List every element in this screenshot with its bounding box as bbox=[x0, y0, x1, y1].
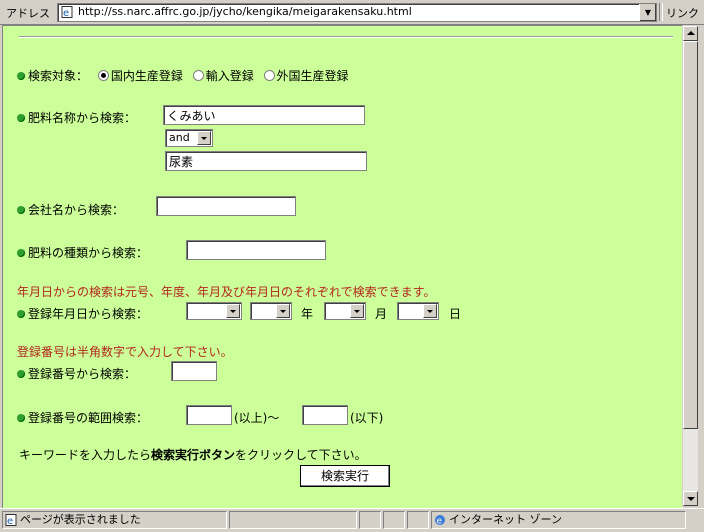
fertilizer-name-row: 肥料名称から検索： bbox=[17, 109, 136, 126]
bullet-icon bbox=[17, 205, 25, 214]
reg-number-input[interactable] bbox=[171, 361, 217, 381]
search-submit-button[interactable]: 検索実行 bbox=[300, 465, 390, 487]
resize-grip-icon[interactable] bbox=[688, 511, 702, 529]
bullet-icon bbox=[17, 113, 25, 122]
range-from-suffix: (以上)～ bbox=[234, 411, 280, 425]
internet-zone-icon: e bbox=[435, 515, 445, 527]
address-url: http://ss.narc.affrc.go.jp/jycho/kengika… bbox=[78, 5, 412, 18]
fertilizer-type-label: 肥料の種類から検索： bbox=[28, 246, 149, 260]
year-select[interactable] bbox=[250, 302, 292, 320]
status-bar: e ページが表示されました e インターネット ゾーン bbox=[0, 508, 704, 532]
fertilizer-type-input[interactable] bbox=[186, 240, 326, 260]
range-label: 登録番号の範囲検索： bbox=[28, 411, 149, 425]
status-message: ページが表示されました bbox=[20, 513, 141, 526]
chevron-down-icon bbox=[226, 304, 240, 318]
month-select[interactable] bbox=[324, 302, 366, 320]
radio-import[interactable] bbox=[192, 70, 204, 81]
page-done-icon: e bbox=[5, 514, 17, 526]
horizontal-rule bbox=[19, 36, 673, 38]
date-row: 登録年月日から検索： bbox=[17, 305, 148, 322]
company-row: 会社名から検索： bbox=[17, 201, 124, 218]
svg-text:e: e bbox=[63, 8, 69, 18]
range-to-suffix: (以下) bbox=[350, 411, 384, 425]
bullet-icon bbox=[17, 71, 25, 80]
vertical-scrollbar[interactable] bbox=[682, 25, 700, 507]
chevron-down-icon bbox=[350, 304, 364, 318]
scroll-up-button[interactable] bbox=[683, 26, 698, 41]
radio-domestic-label: 国内生産登録 bbox=[110, 69, 183, 83]
address-input[interactable]: e http://ss.narc.affrc.go.jp/jycho/kengi… bbox=[57, 3, 657, 22]
page-content: 検索対象： 国内生産登録 輸入登録 外国生産登録 肥料名称から検索： くみあい … bbox=[2, 25, 683, 508]
bullet-icon bbox=[17, 369, 25, 378]
day-select[interactable] bbox=[397, 302, 439, 320]
status-zone-cell: e インターネット ゾーン bbox=[431, 511, 686, 529]
date-note: 年月日からの検索は元号、年度、年月及び年月日のそれぞれで検索できます。 bbox=[17, 285, 436, 299]
year-unit: 年 bbox=[301, 307, 314, 321]
svg-text:e: e bbox=[7, 516, 13, 526]
status-cell-progress bbox=[229, 511, 357, 529]
fertilizer-type-row: 肥料の種類から検索： bbox=[17, 244, 148, 261]
address-bar: アドレス e http://ss.narc.affrc.go.jp/jycho/… bbox=[0, 0, 704, 25]
fertilizer-name-input-1[interactable]: くみあい bbox=[163, 105, 365, 125]
status-cell-2 bbox=[383, 511, 405, 529]
status-cell-3 bbox=[407, 511, 429, 529]
operator-select[interactable]: and bbox=[165, 129, 213, 147]
radio-import-label: 輸入登録 bbox=[205, 69, 254, 83]
day-unit: 日 bbox=[449, 307, 462, 321]
scroll-thumb[interactable] bbox=[683, 41, 698, 429]
toolbar-separator bbox=[659, 3, 663, 21]
address-label: アドレス bbox=[6, 7, 50, 20]
operator-value: and bbox=[169, 131, 190, 144]
date-label: 登録年月日から検索： bbox=[28, 307, 149, 321]
era-select[interactable] bbox=[186, 302, 242, 320]
status-cell-1 bbox=[359, 511, 381, 529]
fertilizer-name-label: 肥料名称から検索： bbox=[28, 111, 137, 125]
company-input[interactable] bbox=[156, 196, 296, 216]
instruction-text: キーワードを入力したら検索実行ボタンをクリックして下さい。 bbox=[19, 448, 367, 462]
bullet-icon bbox=[17, 413, 25, 422]
month-unit: 月 bbox=[375, 307, 388, 321]
status-message-cell: e ページが表示されました bbox=[2, 511, 227, 529]
number-note: 登録番号は半角数字で入力して下さい。 bbox=[17, 345, 233, 359]
links-button[interactable]: リンク bbox=[666, 5, 699, 21]
search-target-label: 検索対象： bbox=[28, 69, 89, 83]
chevron-down-icon bbox=[276, 304, 290, 318]
fertilizer-name-input-2[interactable]: 尿素 bbox=[165, 151, 367, 171]
radio-foreign-label: 外国生産登録 bbox=[276, 69, 349, 83]
instruction-bold: 検索実行ボタン bbox=[151, 448, 236, 462]
reg-number-label: 登録番号から検索： bbox=[28, 367, 137, 381]
bullet-icon bbox=[17, 248, 25, 257]
page-icon: e bbox=[61, 6, 73, 18]
scroll-down-button[interactable] bbox=[683, 491, 698, 506]
svg-text:e: e bbox=[437, 517, 443, 527]
range-from-input[interactable] bbox=[186, 405, 232, 425]
range-to-input[interactable] bbox=[302, 405, 348, 425]
bullet-icon bbox=[17, 309, 25, 318]
status-zone: インターネット ゾーン bbox=[449, 513, 562, 526]
address-dropdown-button[interactable]: ▼ bbox=[639, 4, 656, 21]
range-row: 登録番号の範囲検索： bbox=[17, 409, 148, 426]
search-target-row: 検索対象： 国内生産登録 輸入登録 外国生産登録 bbox=[17, 67, 349, 84]
reg-number-row: 登録番号から検索： bbox=[17, 365, 136, 382]
company-label: 会社名から検索： bbox=[28, 203, 125, 217]
radio-foreign[interactable] bbox=[263, 70, 275, 81]
chevron-down-icon bbox=[197, 131, 211, 145]
radio-domestic[interactable] bbox=[97, 70, 109, 81]
chevron-down-icon bbox=[423, 304, 437, 318]
